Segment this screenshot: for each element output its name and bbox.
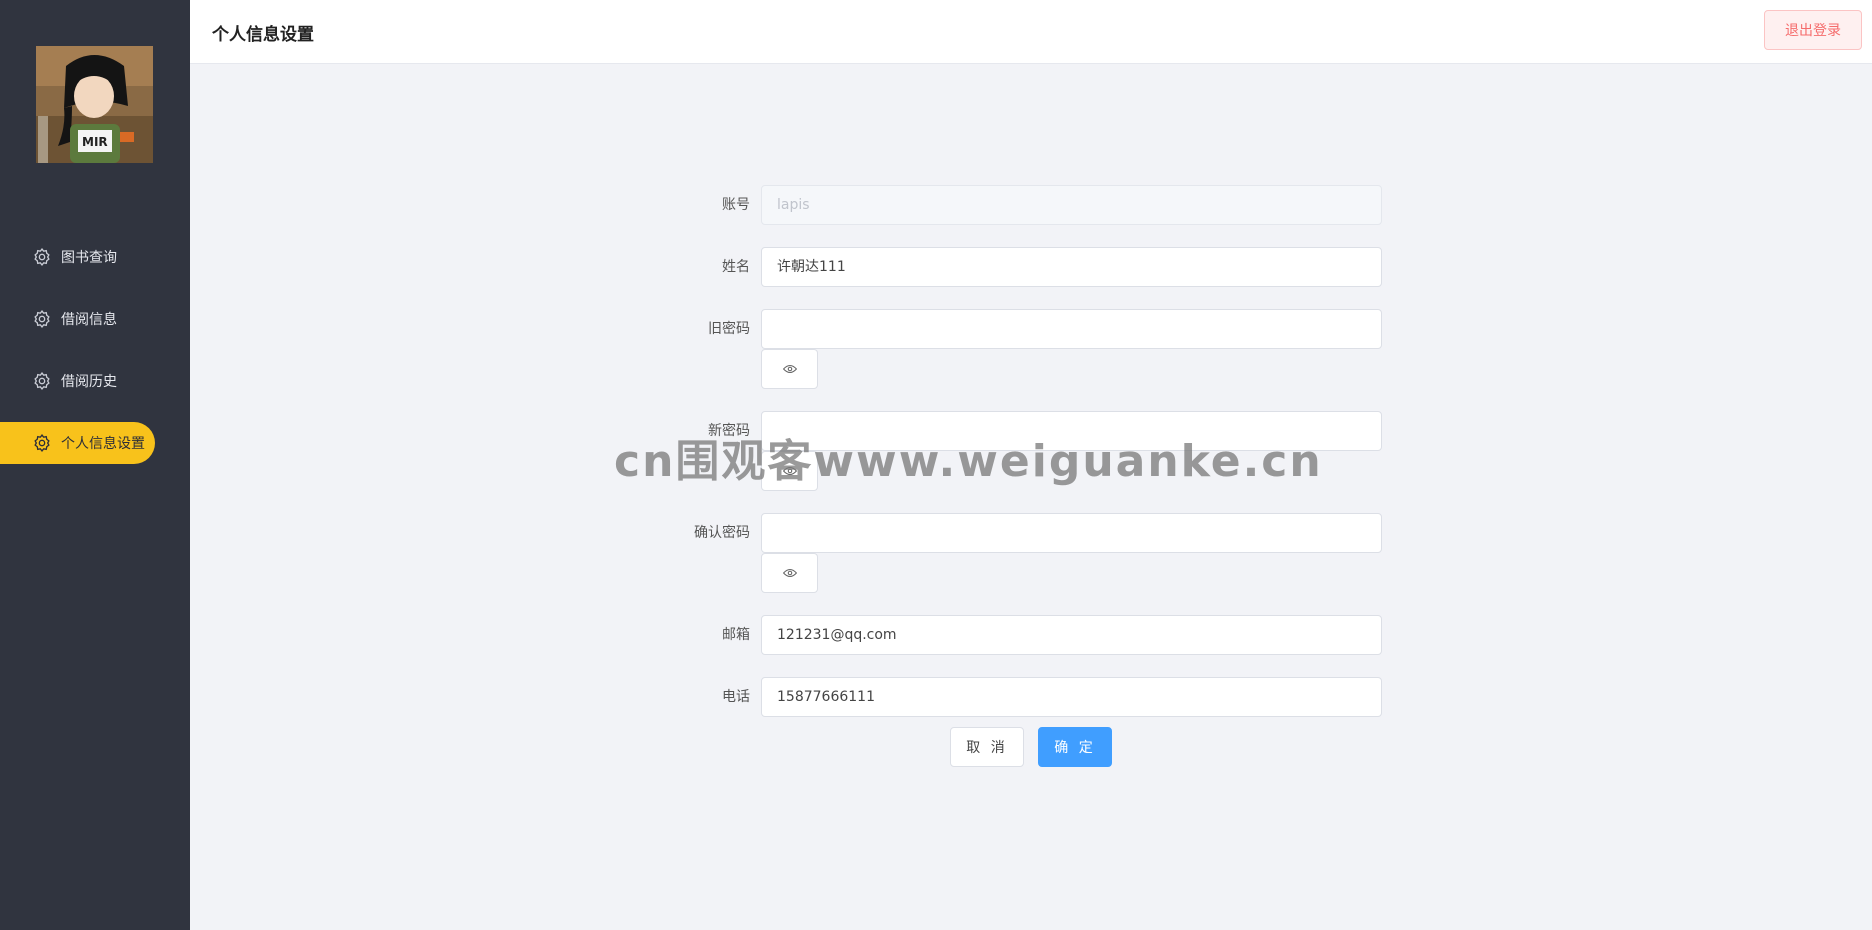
name-field[interactable]: 许朝达111 (761, 247, 1382, 287)
sidebar-nav: 图书查询 借阅信息 借阅历史 个人信息设置 (0, 236, 190, 484)
account-label: 账号 (722, 197, 750, 213)
page-title: 个人信息设置 (212, 25, 314, 45)
sidebar-item-label: 借阅历史 (61, 374, 117, 390)
top-header: 个人信息设置 退出登录 (190, 0, 1872, 64)
old-password-field[interactable] (761, 309, 1382, 349)
form-row-name: 姓名 许朝达111 (650, 247, 1390, 287)
form-row-confirm-password: 确认密码 (650, 513, 1390, 593)
eye-icon (782, 568, 797, 578)
eye-icon (782, 466, 797, 476)
old-password-label: 旧密码 (708, 321, 750, 337)
confirm-password-label: 确认密码 (694, 525, 750, 541)
email-field[interactable]: 121231@qq.com (761, 615, 1382, 655)
form-row-new-password: 新密码 (650, 411, 1390, 491)
new-password-field[interactable] (761, 411, 1382, 451)
form-row-email: 邮箱 121231@qq.com (650, 615, 1390, 655)
confirm-button[interactable]: 确 定 (1038, 727, 1112, 767)
account-field: lapis (761, 185, 1382, 225)
cancel-button[interactable]: 取 消 (950, 727, 1024, 767)
eye-icon (782, 364, 797, 374)
sidebar: MIR 图书查询 借阅信息 借阅历史 个人信息设置 (0, 0, 190, 930)
sidebar-item-label: 图书查询 (61, 250, 117, 266)
sidebar-item-borrow-history[interactable]: 借阅历史 (0, 360, 155, 402)
gear-icon (32, 247, 52, 267)
sidebar-item-profile-settings[interactable]: 个人信息设置 (0, 422, 155, 464)
show-confirm-password-button[interactable] (761, 553, 818, 593)
form-row-account: 账号 lapis (650, 185, 1390, 225)
avatar-image: MIR (36, 46, 153, 163)
form-actions: 取 消 确 定 (950, 727, 1250, 767)
sidebar-item-label: 借阅信息 (61, 312, 117, 328)
gear-icon (32, 309, 52, 329)
name-label: 姓名 (722, 259, 750, 275)
profile-form: 账号 lapis 姓名 许朝达111 旧密码 新密码 确认密码 邮箱 12123… (650, 185, 1390, 739)
sidebar-item-book-search[interactable]: 图书查询 (0, 236, 155, 278)
gear-icon (32, 433, 52, 453)
phone-field[interactable]: 15877666111 (761, 677, 1382, 717)
show-new-password-button[interactable] (761, 451, 818, 491)
sidebar-item-label: 个人信息设置 (61, 436, 145, 452)
new-password-label: 新密码 (708, 423, 750, 439)
avatar: MIR (36, 46, 153, 163)
logout-button[interactable]: 退出登录 (1764, 10, 1862, 50)
sidebar-item-borrow-info[interactable]: 借阅信息 (0, 298, 155, 340)
show-old-password-button[interactable] (761, 349, 818, 389)
gear-icon (32, 371, 52, 391)
form-row-old-password: 旧密码 (650, 309, 1390, 389)
email-label: 邮箱 (722, 627, 750, 643)
form-row-phone: 电话 15877666111 (650, 677, 1390, 717)
confirm-password-field[interactable] (761, 513, 1382, 553)
app-root: MIR 图书查询 借阅信息 借阅历史 个人信息设置 个人信息设置 退出登录 账号… (0, 0, 1872, 930)
svg-text:MIR: MIR (82, 135, 108, 149)
phone-label: 电话 (722, 689, 750, 705)
